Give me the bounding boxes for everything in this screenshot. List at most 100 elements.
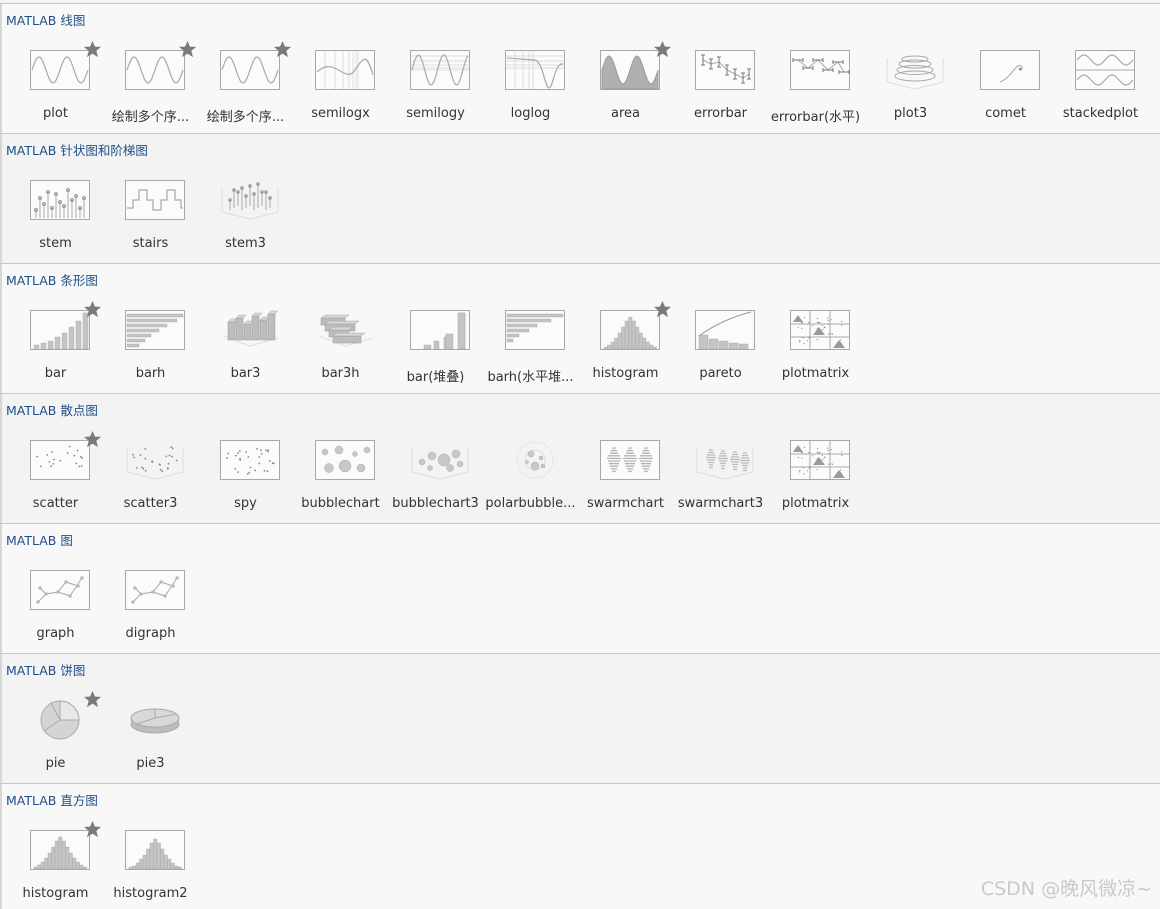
gallery-item-label: stackedplot [1062,106,1139,121]
gallery-item-scatter[interactable]: scatter [8,430,103,518]
section-pie-charts: MATLAB 饼图 pie pie3 [0,653,1160,783]
gallery-item-label: pie [45,756,66,771]
favorite-star-icon[interactable] [83,430,102,449]
sine-plot-icon [220,50,280,90]
favorite-star-icon[interactable] [83,820,102,839]
gallery-item-label: polarbubble... [485,496,576,511]
gallery-item-sine-plot[interactable]: plot [8,40,103,128]
semilogx-icon [315,50,375,90]
gallery-item-plotmatrix[interactable]: plotmatrix [768,302,863,388]
digraph-icon [125,570,185,610]
bar3-icon [223,310,279,347]
comet-icon [980,50,1040,90]
pie-icon [40,700,80,740]
gallery-item-swarmchart3[interactable]: swarmchart3 [673,432,768,518]
gallery-item-label: plot3 [893,106,928,121]
gallery-item-stackedplot[interactable]: stackedplot [1053,42,1148,128]
gallery-item-label: area [611,106,640,121]
section-scatter-plots: MATLAB 散点图 scatter scatter3 spy bubblechart… [0,393,1160,523]
gallery-item-area[interactable]: area [578,40,673,128]
bar-stacked-icon [410,310,470,350]
gallery-item-pareto[interactable]: pareto [673,302,768,388]
gallery-item-label: scatter3 [123,496,178,511]
gallery-item-comet[interactable]: comet [958,42,1053,128]
gallery-item-sine-plot[interactable]: 绘制多个序... [103,40,198,128]
gallery-item-label: plotmatrix [781,366,850,381]
plot3-icon [886,55,944,90]
gallery-item-stem[interactable]: stem [8,172,103,258]
gallery-item-errorbar-horizontal[interactable]: errorbar(水平) [768,42,863,128]
gallery-item-barh[interactable]: barh [103,302,198,388]
gallery-item-stairs[interactable]: stairs [103,172,198,258]
histogram-icon [30,830,90,870]
gallery-item-errorbar[interactable]: errorbar [673,42,768,128]
gallery-item-semilogy[interactable]: semilogy [388,42,483,128]
bubblechart-icon [315,440,375,480]
errorbar-horizontal-icon [790,50,850,90]
gallery-item-swarmchart[interactable]: swarmchart [578,432,673,518]
gallery-item-stem3[interactable]: stem3 [198,172,293,258]
plot-gallery: MATLAB 线图 plot 绘制多个序... 绘制多个序... semilogx se… [0,0,1160,909]
gallery-item-bar3h[interactable]: bar3h [293,302,388,388]
gallery-item-bar[interactable]: bar [8,300,103,388]
gallery-item-label: bubblechart3 [392,496,479,511]
gallery-item-label: swarmchart [587,496,664,511]
gallery-item-label: stem [39,236,72,251]
gallery-item-scatter3[interactable]: scatter3 [103,432,198,518]
gallery-item-label: barh(水平堆... [487,370,574,385]
gallery-item-label: plot [43,106,68,121]
section-line-plots: MATLAB 线图 plot 绘制多个序... 绘制多个序... semilogx se… [0,3,1160,133]
area-icon [600,50,660,90]
gallery-item-spy[interactable]: spy [198,432,293,518]
scatter3-icon [126,446,184,480]
scatter-icon [30,440,90,480]
gallery-item-digraph[interactable]: digraph [103,562,198,648]
favorite-star-icon[interactable] [653,40,672,59]
gallery-item-label: swarmchart3 [677,496,764,511]
stackedplot-icon [1075,50,1135,90]
gallery-item-label: errorbar(水平) [770,110,861,125]
gallery-item-label: pie3 [136,756,165,771]
favorite-star-icon[interactable] [273,40,292,59]
gallery-item-graph[interactable]: graph [8,562,103,648]
gallery-item-label: semilogx [311,106,370,121]
favorite-star-icon[interactable] [83,690,102,709]
gallery-item-label: plotmatrix [781,496,850,511]
favorite-star-icon[interactable] [178,40,197,59]
gallery-item-label: bar3h [321,366,360,381]
gallery-item-plotmatrix[interactable]: plotmatrix [768,432,863,518]
gallery-item-label: 绘制多个序... [111,110,190,125]
gallery-item-label: stem3 [225,236,266,251]
section-stem-stairs: MATLAB 针状图和阶梯图 stem stairs stem3 [0,133,1160,263]
gallery-item-label: digraph [125,626,176,641]
gallery-item-histogram[interactable]: histogram [8,820,103,908]
gallery-item-label: scatter [32,496,79,511]
sine-plot-icon [30,50,90,90]
gallery-item-pie[interactable]: pie [8,690,103,778]
bubblechart3-icon [411,448,469,480]
gallery-item-plot3[interactable]: plot3 [863,42,958,128]
gallery-item-loglog[interactable]: loglog [483,42,578,128]
gallery-item-pie3[interactable]: pie3 [103,692,198,778]
loglog-icon [505,50,565,90]
favorite-star-icon[interactable] [653,300,672,319]
gallery-item-bar3[interactable]: bar3 [198,302,293,388]
gallery-item-histogram[interactable]: histogram [578,300,673,388]
section-bar-plots: MATLAB 条形图 bar barh bar3 bar3h bar(堆叠) barh(水… [0,263,1160,393]
gallery-item-polarbubble[interactable]: polarbubble... [483,432,578,518]
stem-icon [30,180,90,220]
gallery-item-bubblechart3[interactable]: bubblechart3 [388,432,483,518]
gallery-item-bar-stacked[interactable]: bar(堆叠) [388,302,483,388]
swarmchart-icon [600,440,660,480]
gallery-item-bubblechart[interactable]: bubblechart [293,432,388,518]
favorite-star-icon[interactable] [83,300,102,319]
gallery-item-barh-stacked[interactable]: barh(水平堆... [483,302,578,388]
favorite-star-icon[interactable] [83,40,102,59]
gallery-item-label: errorbar [693,106,748,121]
gallery-item-histogram2[interactable]: histogram2 [103,822,198,908]
stairs-icon [125,180,185,220]
gallery-item-sine-plot[interactable]: 绘制多个序... [198,40,293,128]
gallery-item-semilogx[interactable]: semilogx [293,42,388,128]
barh-stacked-icon [505,310,565,350]
bar-icon [30,310,90,350]
